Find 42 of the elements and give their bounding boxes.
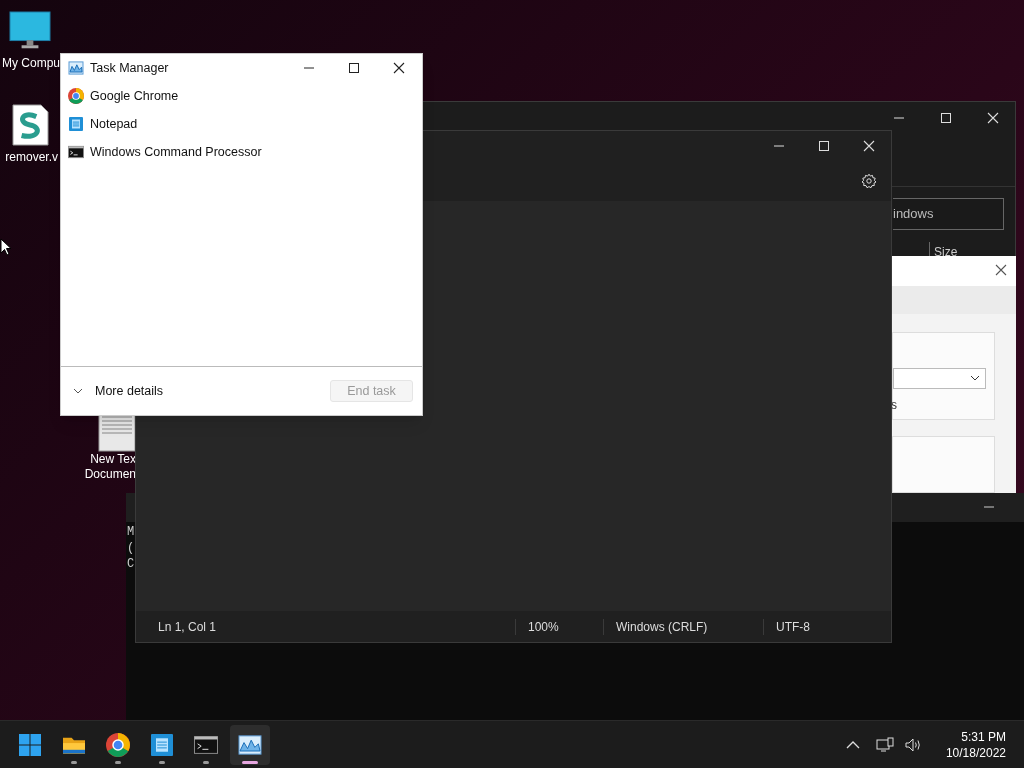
close-button[interactable] [995,264,1007,276]
clock-time: 5:31 PM [961,728,1006,745]
terminal-icon [68,144,84,160]
icon-label[interactable]: My Compu [0,56,60,71]
chrome-icon [106,732,130,757]
chevron-down-icon [970,374,980,382]
close-button[interactable] [393,62,405,74]
status-text: Windows (CRLF) [603,618,763,635]
status-text: Ln 1, Col 1 [157,618,218,635]
script-file-icon [9,104,51,146]
icon-label[interactable]: remover.v [5,150,60,165]
app-list-item[interactable]: Notepad [61,110,422,138]
app-list-item[interactable]: Windows Command Processor [61,138,422,166]
icon-label[interactable]: Documen [84,467,136,482]
window-title: Task Manager [90,59,170,77]
taskbar-button[interactable] [230,724,270,765]
performance-chart-icon [238,732,262,757]
chevron-down-icon [73,388,83,394]
start-icon[interactable] [18,732,42,757]
status-text: UTF-8 [763,618,891,635]
console-text: C [127,556,135,572]
chrome-icon [68,88,84,104]
app-list-item[interactable]: Google Chrome [61,82,422,110]
setting-label: s [891,397,897,414]
clock-date: 10/18/2022 [945,744,1006,761]
network-icon[interactable] [875,736,894,753]
clock[interactable]: 5:31 PM 10/18/2022 [945,728,1006,761]
performance-chart-icon [68,60,84,76]
maximize-button[interactable] [348,62,360,74]
search-field[interactable]: indows [893,198,1004,230]
console-text: M [127,524,135,540]
status-text: 100% [515,618,603,635]
icon-label[interactable]: New Tex [90,452,136,467]
column-header[interactable]: Size [934,246,958,257]
notepad-icon [150,732,174,757]
settings-icon[interactable] [861,173,877,189]
more-details-button[interactable]: More details [73,381,330,401]
chevron-up-icon[interactable] [845,740,860,749]
mouse-cursor-icon [0,238,12,256]
notepad-icon [68,116,84,132]
volume-icon[interactable] [903,736,922,753]
console-text: ( [127,540,135,556]
